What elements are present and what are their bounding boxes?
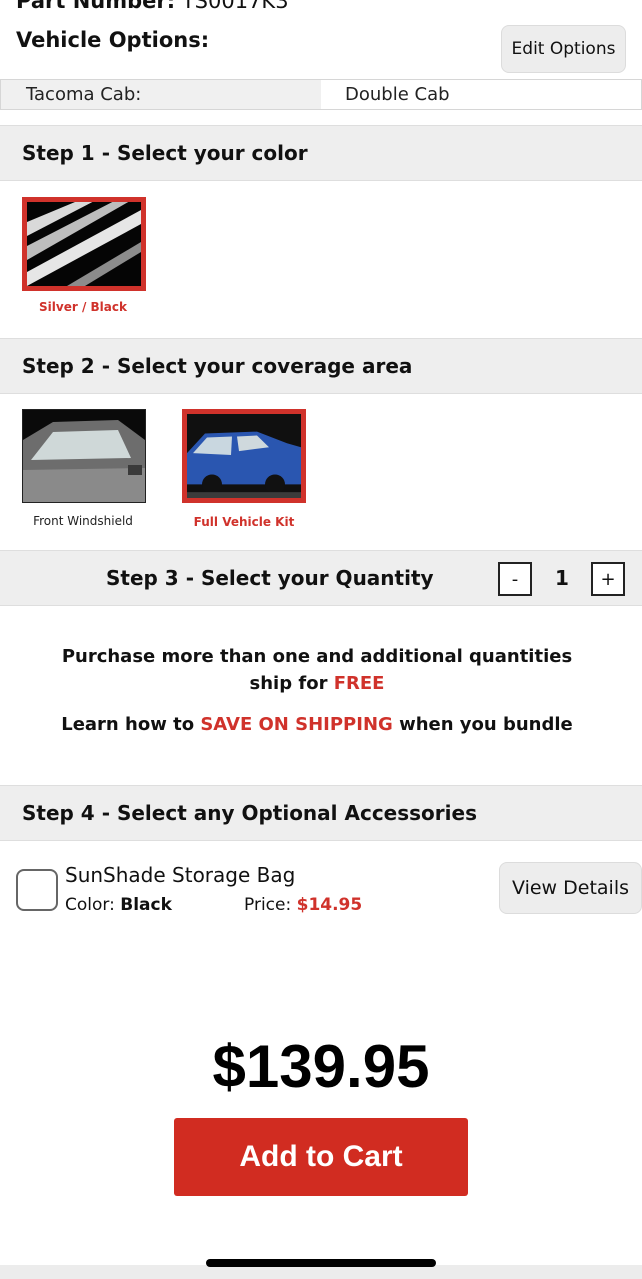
full-vehicle-kit-image (187, 414, 301, 498)
vehicle-option-value: Double Cab (345, 84, 450, 105)
promo-line2-prefix: Learn how to (61, 714, 201, 735)
coverage-front-windshield[interactable] (22, 409, 146, 503)
vehicle-option-row: Tacoma Cab: Double Cab (0, 79, 642, 110)
step4-header: Step 4 - Select any Optional Accessories (0, 785, 642, 841)
color-swatch-silver-black[interactable] (22, 197, 146, 291)
accessory-color-label: Color: (65, 895, 115, 915)
quantity-decrement-button[interactable]: - (498, 562, 532, 596)
vehicle-options-title: Vehicle Options: (16, 28, 210, 52)
accessory-price-label: Price: (244, 895, 292, 915)
promo-line1-text: Purchase more than one and additional qu… (61, 646, 573, 694)
total-price: $139.95 (212, 1033, 430, 1100)
step2-header: Step 2 - Select your coverage area (0, 338, 642, 394)
quantity-increment-button[interactable]: + (591, 562, 625, 596)
accessory-checkbox[interactable] (16, 869, 58, 911)
silver-black-swatch-image (27, 202, 141, 286)
vehicle-option-label: Tacoma Cab: (1, 80, 321, 109)
accessory-price: Price: $14.95 (244, 895, 362, 915)
accessory-price-value: $14.95 (296, 895, 363, 915)
bottom-bar (0, 1265, 642, 1279)
quantity-value: 1 (555, 566, 569, 590)
save-on-shipping-link[interactable]: SAVE ON SHIPPING (200, 714, 392, 735)
part-number: Part Number: TS0017K3 (16, 0, 289, 14)
promo-free-highlight: FREE (333, 673, 385, 694)
part-number-label: Part Number: (16, 0, 176, 13)
promo-free-shipping: Purchase more than one and additional qu… (60, 643, 574, 697)
coverage-label-full-vehicle-kit[interactable]: Full Vehicle Kit (164, 515, 324, 529)
promo-save-shipping: Learn how to SAVE ON SHIPPING when you b… (60, 711, 574, 738)
accessory-name: SunShade Storage Bag (65, 863, 296, 887)
front-windshield-image (23, 410, 145, 502)
accessory-color: Color: Black (65, 895, 172, 915)
step1-header: Step 1 - Select your color (0, 125, 642, 181)
accessory-color-value: Black (120, 895, 172, 915)
promo-line2-suffix: when you bundle (392, 714, 573, 735)
part-number-value: TS0017K3 (181, 0, 289, 13)
coverage-full-vehicle-kit[interactable] (182, 409, 306, 503)
coverage-label-front-windshield[interactable]: Front Windshield (3, 514, 163, 528)
view-details-button[interactable]: View Details (499, 862, 642, 914)
color-swatch-label[interactable]: Silver / Black (3, 300, 163, 314)
edit-options-button[interactable]: Edit Options (501, 25, 626, 73)
add-to-cart-button[interactable]: Add to Cart (174, 1118, 468, 1196)
home-indicator[interactable] (206, 1259, 436, 1267)
